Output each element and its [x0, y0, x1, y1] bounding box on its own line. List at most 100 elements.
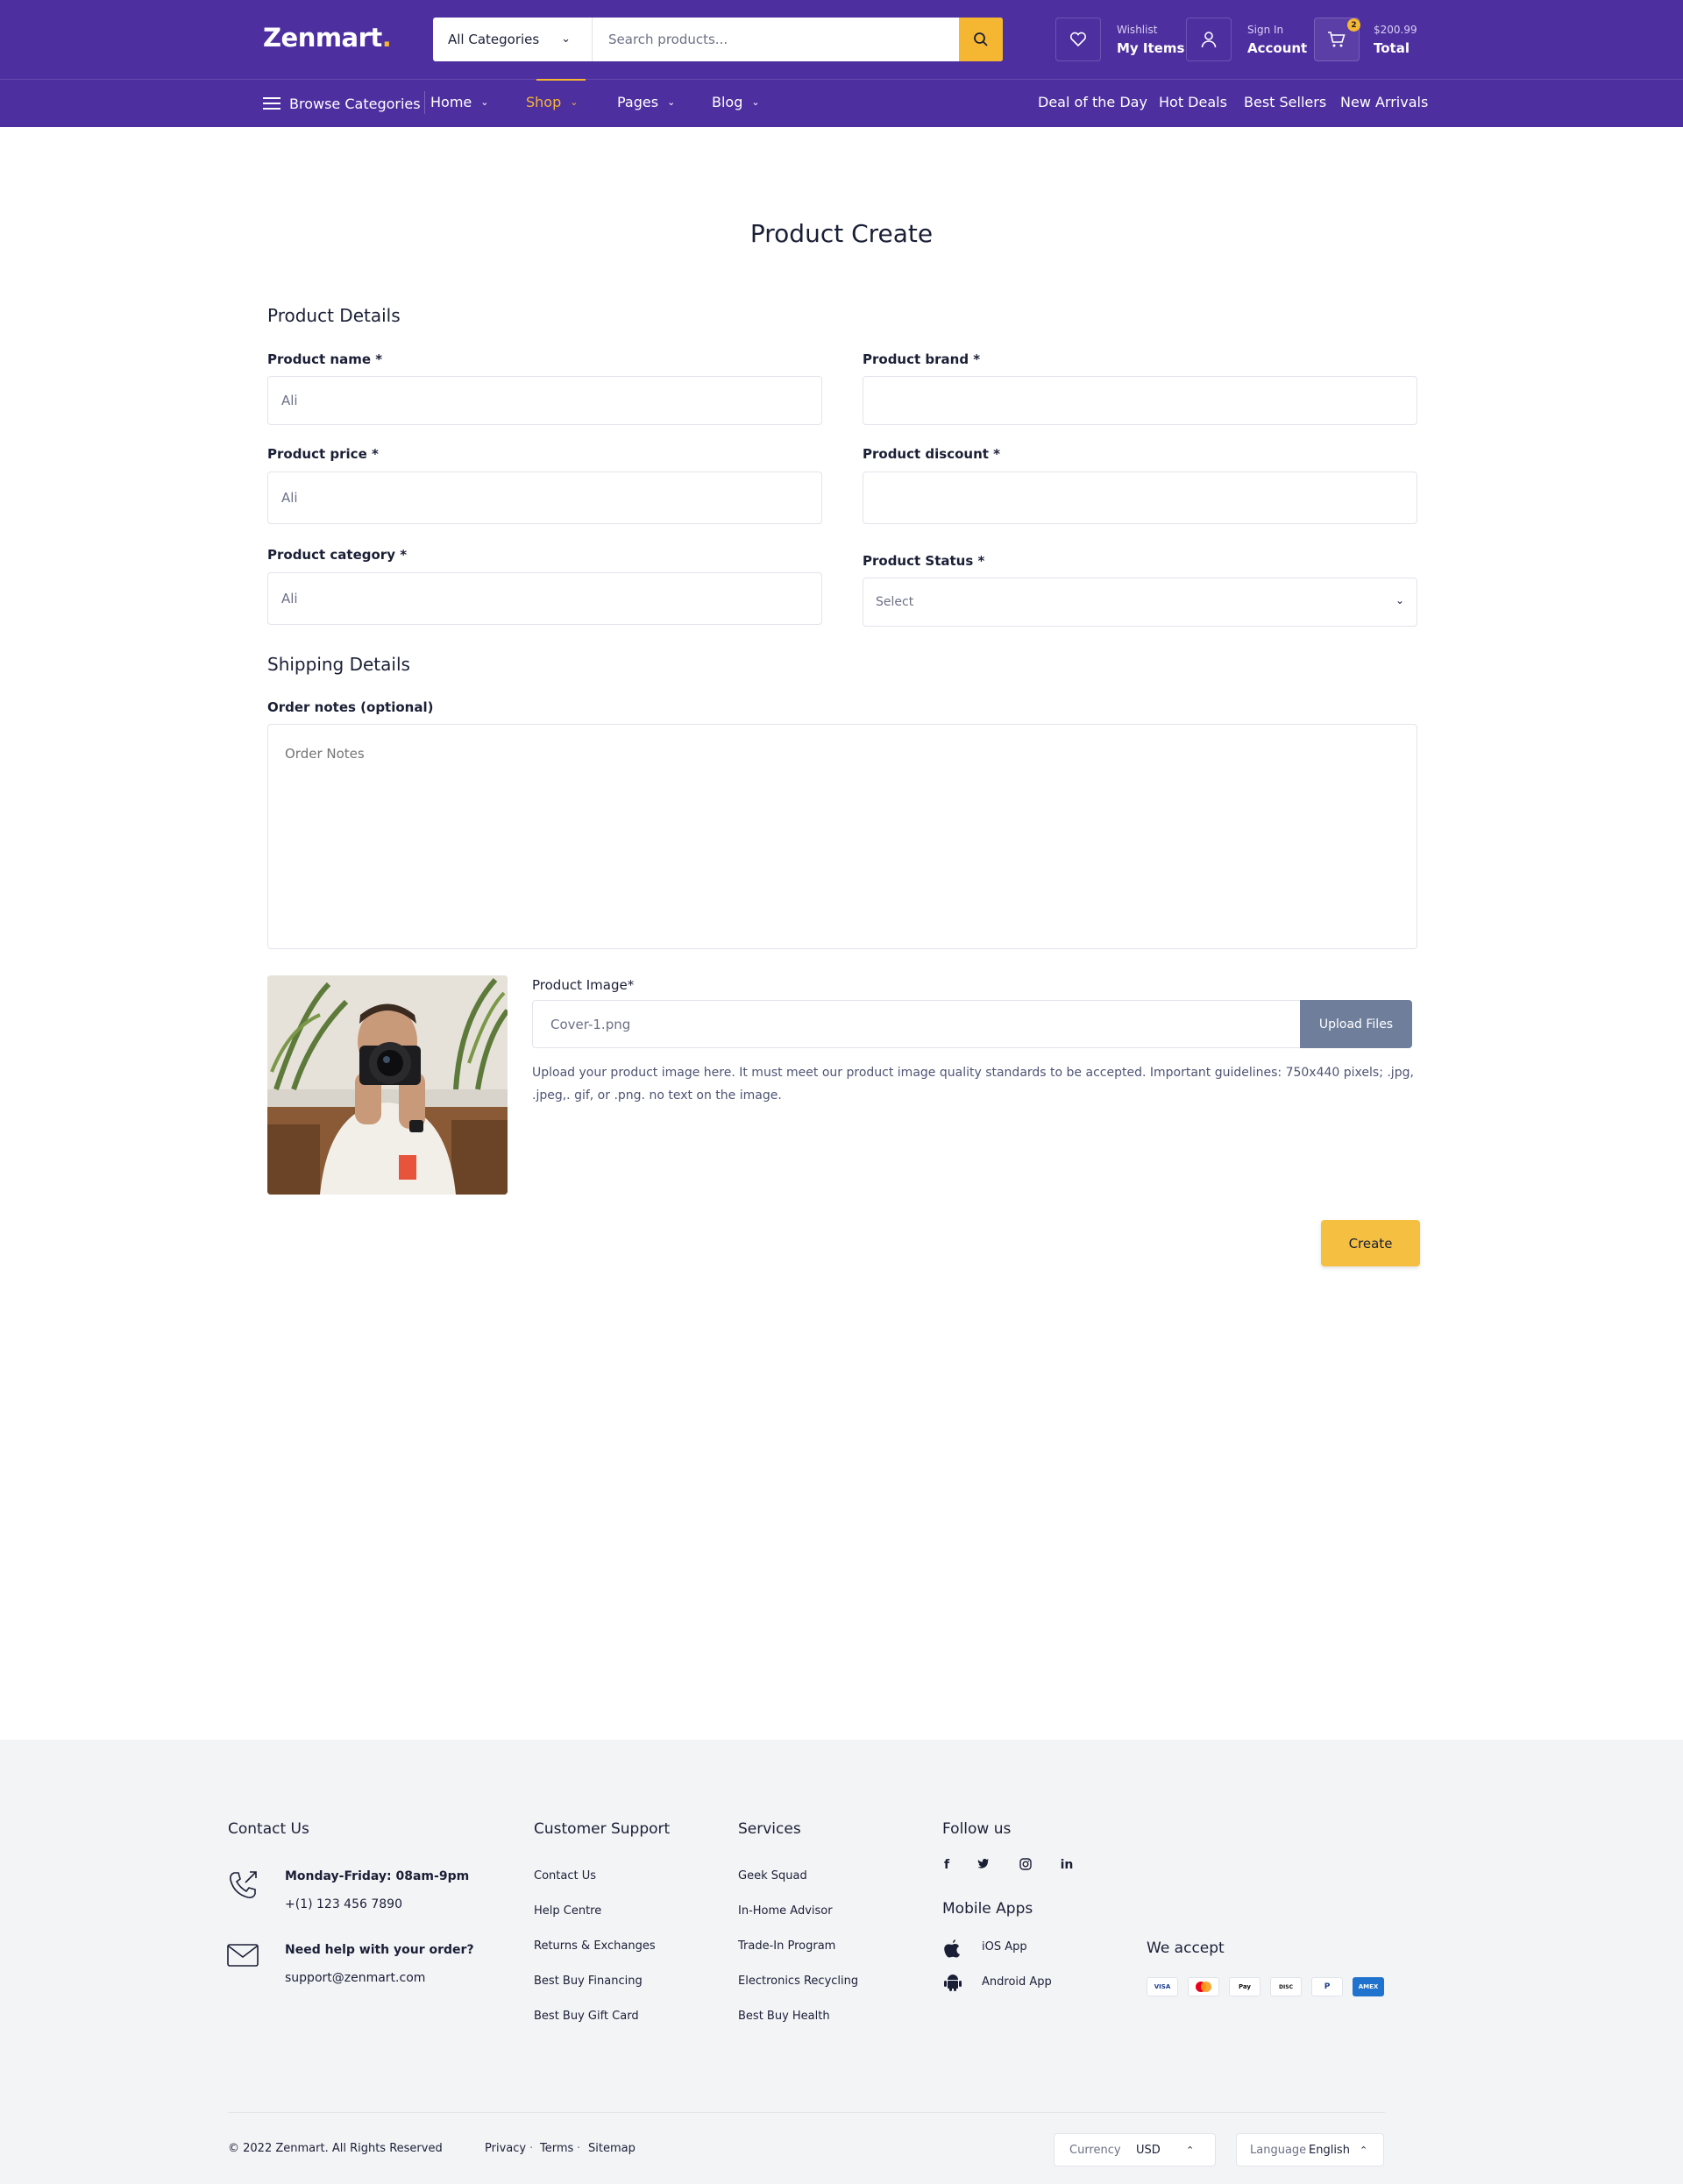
product-details-heading: Product Details: [267, 305, 401, 326]
footer-support-heading: Customer Support: [534, 1820, 671, 1838]
product-status-label: Product Status *: [863, 553, 985, 569]
upload-files-button[interactable]: Upload Files: [1300, 1000, 1412, 1048]
visa-icon: VISA: [1147, 1977, 1178, 1996]
nav-link-new-arrivals[interactable]: New Arrivals: [1340, 94, 1428, 110]
heart-icon: [1069, 32, 1087, 47]
language-label: Language: [1250, 2143, 1307, 2157]
logo-text: Zenmart: [263, 23, 382, 53]
logo-dot: .: [381, 23, 392, 53]
page-title: Product Create: [749, 219, 934, 248]
footer-link-recycling[interactable]: Electronics Recycling: [738, 1975, 858, 1988]
linkedin-icon[interactable]: in: [1058, 1858, 1076, 1872]
footer-email[interactable]: support@zenmart.com: [285, 1971, 425, 1985]
footer-link-in-home-advisor[interactable]: In-Home Advisor: [738, 1904, 833, 1918]
product-brand-input[interactable]: [863, 376, 1417, 425]
nav-link-hot-deals[interactable]: Hot Deals: [1159, 94, 1227, 110]
ios-app-link[interactable]: iOS App: [982, 1940, 1027, 1954]
user-icon: [1201, 32, 1217, 48]
account-button[interactable]: [1186, 18, 1232, 61]
footer-link-trade-in[interactable]: Trade-In Program: [738, 1939, 835, 1953]
product-category-input[interactable]: [267, 572, 822, 625]
browse-categories-button[interactable]: Browse Categories: [263, 94, 421, 113]
product-image-label: Product Image*: [532, 977, 635, 993]
order-notes-textarea[interactable]: [267, 724, 1417, 949]
wishlist-label[interactable]: My Items: [1117, 40, 1184, 56]
nav-item-pages[interactable]: Pages ⌄: [617, 94, 675, 110]
chevron-down-icon: ⌄: [1395, 594, 1404, 606]
category-select[interactable]: All Categories ⌄: [433, 18, 593, 61]
chevron-down-icon: ⌄: [667, 96, 676, 108]
language-select[interactable]: Language English ⌃: [1236, 2133, 1384, 2166]
footer-apps-heading: Mobile Apps: [942, 1900, 1033, 1918]
chevron-down-icon: ⌄: [480, 96, 489, 108]
mastercard-icon: [1188, 1977, 1219, 1996]
footer-help-heading: Need help with your order?: [285, 1943, 474, 1957]
android-icon: [944, 1975, 962, 1991]
product-price-input[interactable]: [267, 472, 822, 524]
nav-item-home[interactable]: Home ⌄: [430, 94, 488, 110]
order-notes-label: Order notes (optional): [267, 699, 434, 715]
apple-icon: [944, 1939, 960, 1958]
footer-link-geek-squad[interactable]: Geek Squad: [738, 1869, 807, 1883]
nav-active-indicator: [536, 79, 586, 81]
nav-item-blog[interactable]: Blog ⌄: [712, 94, 760, 110]
footer-link-privacy[interactable]: Privacy: [485, 2142, 526, 2155]
product-status-value: Select: [876, 595, 914, 609]
footer-contact-heading: Contact Us: [228, 1820, 309, 1838]
product-image-file-input[interactable]: Cover-1.png: [532, 1000, 1300, 1048]
footer-link-sitemap[interactable]: Sitemap: [588, 2142, 636, 2155]
footer-link-financing[interactable]: Best Buy Financing: [534, 1975, 643, 1988]
footer-accept-heading: We accept: [1147, 1939, 1225, 1957]
footer-dot-separator: ·: [529, 2142, 534, 2155]
language-value: English: [1309, 2143, 1350, 2157]
currency-value: USD: [1136, 2143, 1161, 2157]
cart-amount: $200.99: [1374, 24, 1417, 36]
product-name-input[interactable]: [267, 376, 822, 425]
footer-divider: [228, 2112, 1385, 2113]
footer-link-contact-us[interactable]: Contact Us: [534, 1869, 596, 1883]
photographer-image: [267, 975, 508, 1195]
currency-select[interactable]: Currency USD ⌃: [1054, 2133, 1216, 2166]
search-bar: All Categories ⌄: [433, 18, 1003, 61]
wishlist-button[interactable]: [1055, 18, 1101, 61]
chevron-down-icon: ⌄: [561, 32, 571, 46]
nav-link-best-sellers[interactable]: Best Sellers: [1244, 94, 1326, 110]
nav-link-deal-of-the-day[interactable]: Deal of the Day: [1038, 94, 1147, 110]
amex-icon: AMEX: [1353, 1977, 1384, 1996]
menu-icon: [263, 94, 280, 113]
product-image-help-text: Upload your product image here. It must …: [532, 1066, 1414, 1103]
search-button[interactable]: [959, 18, 1003, 61]
currency-label: Currency: [1069, 2143, 1121, 2157]
nav-item-pages-label: Pages: [617, 94, 659, 110]
footer-hours: Monday-Friday: 08am-9pm: [285, 1869, 470, 1883]
nav-item-shop-label: Shop: [526, 94, 562, 110]
footer-link-returns[interactable]: Returns & Exchanges: [534, 1939, 656, 1953]
footer-link-terms[interactable]: Terms: [540, 2142, 573, 2155]
facebook-icon[interactable]: f: [938, 1858, 955, 1872]
nav-separator: [424, 91, 425, 114]
nav-divider: [0, 79, 1683, 80]
site-logo[interactable]: Zenmart.: [263, 23, 392, 53]
footer-link-help-centre[interactable]: Help Centre: [534, 1904, 601, 1918]
nav-item-shop[interactable]: Shop ⌄: [526, 94, 578, 110]
product-name-label: Product name *: [267, 351, 383, 367]
footer-phone[interactable]: +(1) 123 456 7890: [285, 1897, 402, 1911]
cart-total-label[interactable]: Total: [1374, 40, 1410, 56]
mail-icon: [227, 1944, 259, 1967]
footer-link-gift-card[interactable]: Best Buy Gift Card: [534, 2010, 639, 2023]
nav-item-home-label: Home: [430, 94, 472, 110]
create-button[interactable]: Create: [1321, 1220, 1420, 1266]
paypal-icon: P: [1311, 1977, 1343, 1996]
search-input[interactable]: [595, 18, 946, 61]
product-status-select[interactable]: Select ⌄: [863, 578, 1417, 627]
discover-icon: DISC: [1270, 1977, 1302, 1996]
cart-icon: [1328, 32, 1346, 47]
instagram-icon[interactable]: [1017, 1858, 1034, 1874]
footer-link-health[interactable]: Best Buy Health: [738, 2010, 830, 2023]
account-label[interactable]: Account: [1247, 40, 1307, 56]
chevron-up-icon: ⌃: [1186, 2144, 1195, 2156]
twitter-icon[interactable]: [975, 1858, 992, 1872]
android-app-link[interactable]: Android App: [982, 1975, 1052, 1989]
search-icon: [974, 32, 988, 46]
product-discount-input[interactable]: [863, 472, 1417, 524]
